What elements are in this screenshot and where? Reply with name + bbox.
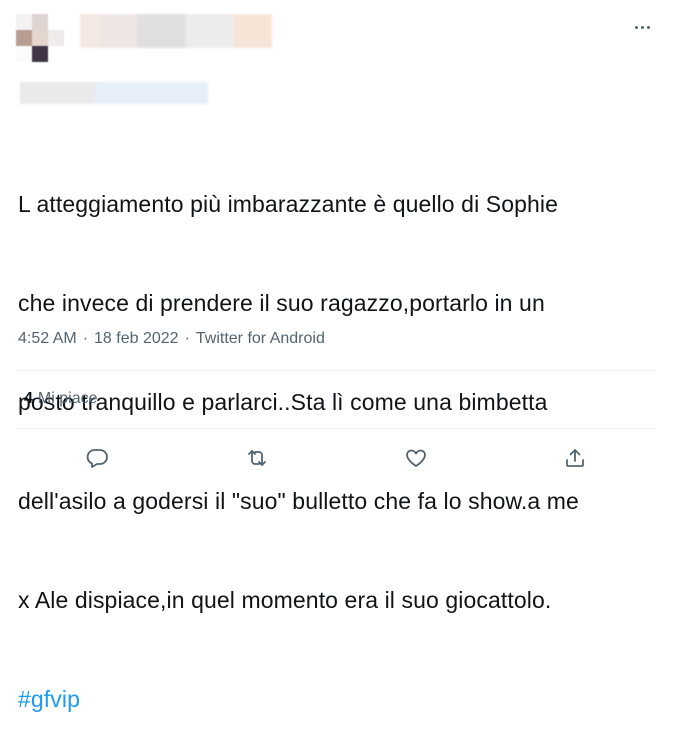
retweet-button[interactable] [243,444,271,472]
tweet-text-line: x Ale dispiace,in quel momento era il su… [18,587,552,613]
likes-count: 4 [24,390,33,407]
separator-dot: · [82,330,89,347]
likes-label: Mi piace [37,390,98,407]
reply-icon [86,449,108,468]
heart-icon [406,449,426,467]
tweet-text-line: dell'asilo a godersi il "suo" bulletto c… [18,488,579,514]
tweet-text: L atteggiamento più imbarazzante è quell… [18,122,668,749]
avatar[interactable] [16,14,64,62]
tweet-actions-bar [0,440,677,474]
retweet-icon [248,450,266,466]
hashtag-link[interactable]: #gfvip [18,683,668,716]
tweet-text-line: che invece di prendere il suo ragazzo,po… [18,290,545,316]
share-button[interactable] [561,444,589,472]
more-horizontal-icon[interactable] [631,18,653,36]
divider [18,370,656,371]
likes-stat[interactable]: 4 Mi piace [24,390,97,408]
tweet-text-line: posto tranquillo e parlarci..Sta lì come… [18,389,548,415]
tweet-time[interactable]: 4:52 AM [18,330,77,348]
tweet-text-line: L atteggiamento più imbarazzante è quell… [18,191,558,217]
like-button[interactable] [402,444,430,472]
author-handle-blurred[interactable] [20,82,208,104]
share-icon [566,449,584,467]
tweet-source[interactable]: Twitter for Android [196,330,325,348]
reply-button[interactable] [83,444,111,472]
author-name-blurred[interactable] [80,14,272,48]
tweet-metadata: 4:52 AM · 18 feb 2022 · Twitter for Andr… [18,330,325,348]
tweet-header [0,0,677,110]
divider [18,428,656,429]
tweet-date[interactable]: 18 feb 2022 [94,330,179,348]
separator-dot: · [184,330,190,347]
